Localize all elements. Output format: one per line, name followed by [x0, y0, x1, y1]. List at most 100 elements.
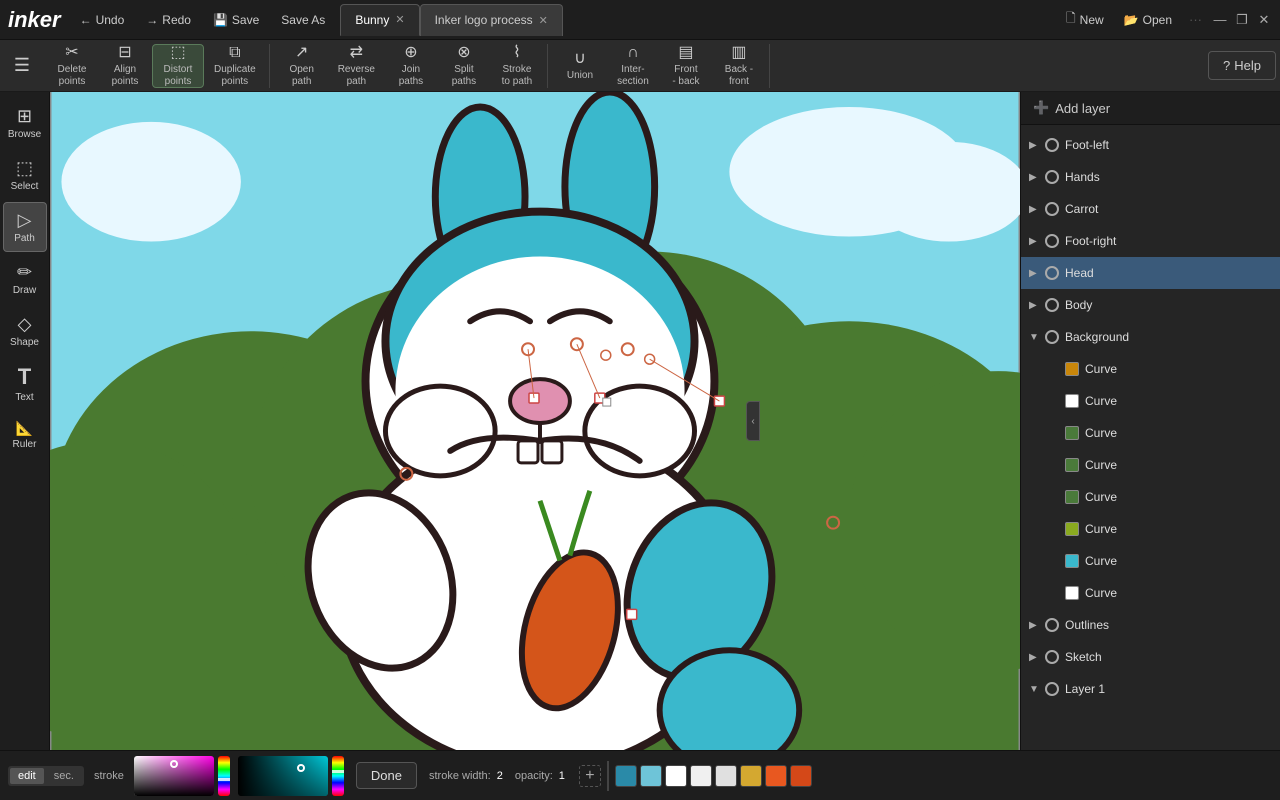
layer-visibility-head[interactable] — [1045, 266, 1059, 280]
layer-item-foot-left[interactable]: ▶ Foot-left — [1021, 129, 1280, 161]
hue-slider[interactable] — [218, 756, 230, 796]
layer-item-curve-4[interactable]: ▶ Curve — [1041, 449, 1280, 481]
tab-bunny[interactable]: Bunny ✕ — [340, 4, 419, 36]
swatch-gray[interactable] — [715, 765, 737, 787]
layer-item-curve-7[interactable]: ▶ Curve — [1041, 545, 1280, 577]
layer-item-curve-2[interactable]: ▶ Curve — [1041, 385, 1280, 417]
toolbar-group-boolean: ∪ Union ∩ Inter-section ▤ Front- back ▥ … — [550, 44, 770, 88]
layer-visibility-outlines[interactable] — [1045, 618, 1059, 632]
intersection-button[interactable]: ∩ Inter-section — [607, 44, 659, 88]
swatch-teal[interactable] — [615, 765, 637, 787]
layer-item-head[interactable]: ▶ Head — [1021, 257, 1280, 289]
layer-visibility-sketch[interactable] — [1045, 650, 1059, 664]
add-layer-icon: ➕ — [1033, 100, 1049, 116]
tab-close-bunny[interactable]: ✕ — [395, 13, 404, 26]
color-gradient-picker[interactable] — [134, 756, 214, 796]
mode-tab-edit[interactable]: edit — [10, 768, 44, 784]
swatch-white[interactable] — [665, 765, 687, 787]
save-as-button[interactable]: Save As — [274, 10, 332, 30]
layer-name-curve-4: Curve — [1085, 458, 1117, 472]
right-panel: ➕ Add layer ▶ Foot-left ▶ Hands ▶ Carrot — [1020, 92, 1280, 750]
canvas-area[interactable]: ‹ — [50, 92, 1020, 750]
close-button[interactable]: ✕ — [1256, 12, 1272, 28]
new-button[interactable]: 🗋 New — [1059, 6, 1111, 33]
swatch-light-gray[interactable] — [690, 765, 712, 787]
split-paths-button[interactable]: ⊗ Splitpaths — [438, 44, 490, 88]
toolbar-group-paths: ↗ Openpath ⇄ Reversepath ⊕ Joinpaths ⊗ S… — [272, 44, 548, 88]
text-tool[interactable]: T Text — [3, 358, 47, 408]
layer-visibility-foot-right[interactable] — [1045, 234, 1059, 248]
join-paths-icon: ⊕ — [404, 43, 417, 62]
opacity-label: opacity: — [515, 770, 553, 782]
layer-item-body[interactable]: ▶ Body — [1021, 289, 1280, 321]
back-front-button[interactable]: ▥ Back -front — [713, 44, 765, 88]
swatch-yellow[interactable] — [740, 765, 762, 787]
reverse-path-button[interactable]: ⇄ Reversepath — [329, 44, 384, 88]
layer-name-head: Head — [1065, 266, 1094, 280]
shape-tool[interactable]: ◇ Shape — [3, 306, 47, 356]
layer-item-sketch[interactable]: ▶ Sketch — [1021, 641, 1280, 673]
layer-color-curve-5 — [1065, 490, 1079, 504]
align-points-button[interactable]: ⊟ Alignpoints — [99, 44, 151, 88]
layer-name-hands: Hands — [1065, 170, 1100, 184]
stroke-width-label: stroke width: — [429, 770, 491, 782]
layer-item-background[interactable]: ▼ Background — [1021, 321, 1280, 353]
mode-tab-sec[interactable]: sec. — [46, 768, 82, 784]
swatch-dark-orange[interactable] — [790, 765, 812, 787]
opacity-value: 1 — [559, 770, 565, 782]
draw-tool[interactable]: ✏ Draw — [3, 254, 47, 304]
open-path-button[interactable]: ↗ Openpath — [276, 44, 328, 88]
select-tool[interactable]: ⬚ Select — [3, 150, 47, 200]
layer-item-hands[interactable]: ▶ Hands — [1021, 161, 1280, 193]
layer-item-curve-1[interactable]: ▶ Curve — [1041, 353, 1280, 385]
layers-list: ▶ Foot-left ▶ Hands ▶ Carrot ▶ Foot-righ… — [1021, 125, 1280, 750]
layer-visibility-background[interactable] — [1045, 330, 1059, 344]
tab-inker-logo[interactable]: Inker logo process ✕ — [420, 4, 563, 36]
duplicate-points-button[interactable]: ⧉ Duplicatepoints — [205, 44, 265, 88]
layer-item-curve-5[interactable]: ▶ Curve — [1041, 481, 1280, 513]
browse-tool[interactable]: ⊞ Browse — [3, 98, 47, 148]
layer-item-curve-6[interactable]: ▶ Curve — [1041, 513, 1280, 545]
union-button[interactable]: ∪ Union — [554, 44, 606, 88]
layer-visibility-foot-left[interactable] — [1045, 138, 1059, 152]
hue-slider-fill[interactable] — [332, 756, 344, 796]
delete-points-button[interactable]: ✂ Deletepoints — [46, 44, 98, 88]
done-button[interactable]: Done — [356, 762, 417, 789]
color-gradient-picker-fill[interactable] — [238, 756, 328, 796]
join-paths-button[interactable]: ⊕ Joinpaths — [385, 44, 437, 88]
minimize-button[interactable]: — — [1212, 12, 1228, 28]
front-back-button[interactable]: ▤ Front- back — [660, 44, 712, 88]
layer-item-layer1[interactable]: ▼ Layer 1 — [1021, 673, 1280, 705]
save-button[interactable]: 💾 Save — [206, 10, 266, 30]
menu-button[interactable]: ☰ — [4, 44, 40, 88]
ruler-tool[interactable]: 📐 Ruler — [3, 410, 47, 460]
layer-item-foot-right[interactable]: ▶ Foot-right — [1021, 225, 1280, 257]
layer-item-curve-3[interactable]: ▶ Curve — [1041, 417, 1280, 449]
maximize-button[interactable]: ❐ — [1234, 12, 1250, 28]
redo-button[interactable]: → Redo — [139, 10, 198, 30]
path-tool[interactable]: ▷ Path — [3, 202, 47, 252]
layer-visibility-carrot[interactable] — [1045, 202, 1059, 216]
layer-item-curve-8[interactable]: ▶ Curve — [1041, 577, 1280, 609]
layer-visibility-layer1[interactable] — [1045, 682, 1059, 696]
help-button[interactable]: ? Help — [1208, 51, 1276, 80]
bottom-mode-tabs: edit sec. — [8, 766, 84, 786]
expand-panel-handle[interactable]: ‹ — [746, 401, 760, 441]
open-button[interactable]: 📂 Open — [1117, 10, 1179, 30]
color-picker-stroke — [134, 756, 230, 796]
layer-item-outlines[interactable]: ▶ Outlines — [1021, 609, 1280, 641]
layer-visibility-hands[interactable] — [1045, 170, 1059, 184]
layer-item-carrot[interactable]: ▶ Carrot — [1021, 193, 1280, 225]
layer-visibility-body[interactable] — [1045, 298, 1059, 312]
swatch-orange[interactable] — [765, 765, 787, 787]
tab-close-inker-logo[interactable]: ✕ — [539, 14, 548, 27]
distort-points-button[interactable]: ⬚ Distortpoints — [152, 44, 204, 88]
layer-arrow-background: ▼ — [1029, 332, 1041, 343]
layer-color-curve-3 — [1065, 426, 1079, 440]
swatch-light-teal[interactable] — [640, 765, 662, 787]
add-layer-button[interactable]: ➕ Add layer — [1033, 100, 1110, 116]
stroke-to-path-button[interactable]: ⌇ Stroketo path — [491, 44, 543, 88]
add-swatch-button[interactable]: + — [579, 765, 601, 787]
stroke-label: stroke — [94, 770, 124, 782]
undo-button[interactable]: ← Undo — [73, 10, 132, 30]
